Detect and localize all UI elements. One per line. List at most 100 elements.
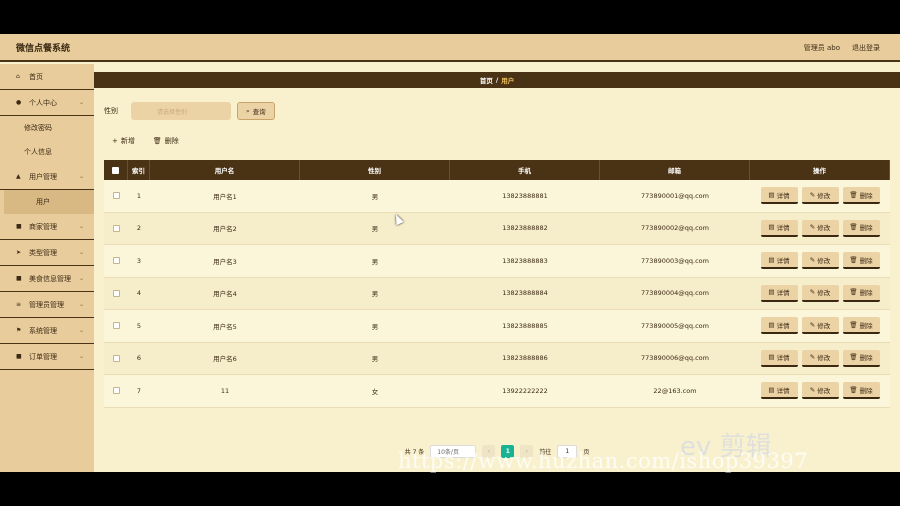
submenu-item-label: 修改密码 — [24, 124, 52, 132]
submenu-item-label: 个人信息 — [24, 148, 52, 156]
detail-button[interactable]: ▤ 详情 — [760, 349, 798, 367]
logout-link[interactable]: 退出登录 — [852, 43, 880, 53]
submenu-item[interactable]: 用户 — [4, 190, 94, 214]
row-select-cell[interactable] — [104, 278, 128, 310]
cell-phone: 13922222222 — [502, 386, 548, 395]
row-checkbox[interactable] — [112, 257, 120, 265]
add-button[interactable]: + 新增 — [112, 136, 135, 146]
submenu-item[interactable]: 个人信息 — [0, 140, 94, 164]
detail-button[interactable]: ▤ 详情 — [760, 284, 798, 302]
search-row: 性别 请选择性别 ⌕ 查询 — [104, 102, 275, 120]
edit-button[interactable]: ✎ 修改 — [801, 382, 839, 400]
edit-button[interactable]: ✎ 修改 — [801, 317, 839, 335]
submenu-item[interactable]: 修改密码 — [0, 116, 94, 140]
row-select-cell[interactable] — [104, 375, 128, 407]
edit-button[interactable]: ✎ 修改 — [801, 187, 839, 205]
sidebar-item[interactable]: ⌂ 首页 — [0, 64, 94, 90]
row-checkbox[interactable] — [112, 322, 120, 330]
sidebar-item[interactable]: ≡ 管理员管理 ⌄ — [0, 292, 94, 318]
cell-actions: ▤ 详情 ✎ 修改 🗑 删除 — [750, 310, 890, 342]
chevron-down-icon: ⌄ — [78, 223, 84, 230]
sidebar-item-label: 用户管理 — [29, 172, 57, 181]
edit-button[interactable]: ✎ 修改 — [801, 219, 839, 237]
edit-button-label: 修改 — [817, 354, 831, 363]
topbar-right: 管理员 abo 退出登录 — [804, 43, 880, 53]
row-select-cell[interactable] — [104, 180, 128, 212]
row-checkbox[interactable] — [112, 354, 120, 362]
gender-filter-label: 性别 — [104, 107, 118, 115]
batch-delete-button[interactable]: 🗑 删除 — [153, 136, 179, 146]
cell-email: 773890002@qq.com — [641, 224, 709, 233]
row-checkbox[interactable] — [112, 224, 120, 232]
batch-delete-label: 删除 — [164, 137, 179, 145]
detail-button[interactable]: ▤ 详情 — [760, 219, 798, 237]
delete-button[interactable]: 🗑 删除 — [842, 187, 880, 205]
sidebar-item-label: 系统管理 — [29, 326, 57, 335]
sidebar-item[interactable]: ■ 商家管理 ⌄ — [0, 214, 94, 240]
trash-icon: 🗑 — [849, 385, 858, 394]
cell-email: 773890005@qq.com — [641, 321, 709, 330]
delete-button-label: 删除 — [859, 191, 873, 200]
edit-button[interactable]: ✎ 修改 — [801, 284, 839, 302]
table-row: 2 用户名2 男 13823888882 773890002@qq.com ▤ 详情 ✎ 修改 🗑… — [104, 212, 890, 245]
search-icon: ⌕ — [246, 106, 250, 115]
detail-button[interactable]: ▤ 详情 — [760, 382, 798, 400]
delete-button[interactable]: 🗑 删除 — [842, 284, 880, 302]
row-select-cell[interactable] — [104, 245, 128, 277]
send-icon: ➤ — [16, 249, 22, 256]
trash-icon: 🗑 — [849, 288, 858, 297]
query-button-label: 查询 — [252, 108, 266, 116]
sidebar-item[interactable]: ● 个人中心 ⌄ — [0, 90, 94, 116]
delete-button[interactable]: 🗑 删除 — [842, 349, 880, 367]
sidebar-item-label: 个人中心 — [29, 98, 57, 107]
sidebar-item-label: 管理员管理 — [29, 300, 64, 309]
sidebar-item[interactable]: ➤ 类型管理 ⌄ — [0, 240, 94, 266]
edit-button[interactable]: ✎ 修改 — [801, 252, 839, 270]
detail-button[interactable]: ▤ 详情 — [760, 187, 798, 205]
row-select-cell[interactable] — [104, 213, 128, 245]
chevron-down-icon: ⌄ — [78, 173, 84, 180]
doc-icon: ▤ — [768, 255, 775, 264]
cell-phone: 13823888885 — [502, 321, 548, 330]
cell-username: 用户名1 — [213, 192, 237, 201]
actions-row: + 新增 🗑 删除 — [112, 136, 179, 146]
delete-button[interactable]: 🗑 删除 — [842, 219, 880, 237]
edit-button-label: 修改 — [817, 289, 831, 298]
delete-button[interactable]: 🗑 删除 — [842, 382, 880, 400]
edit-button[interactable]: ✎ 修改 — [801, 349, 839, 367]
cell-actions: ▤ 详情 ✎ 修改 🗑 删除 — [750, 343, 890, 375]
checkbox[interactable] — [112, 166, 119, 174]
sidebar-item[interactable]: ■ 美食信息管理 ⌄ — [0, 266, 94, 292]
submenu-item-label: 用户 — [36, 198, 50, 206]
cell-index: 2 — [136, 224, 142, 233]
chevron-down-icon: ⌄ — [78, 353, 84, 360]
delete-button-label: 删除 — [859, 224, 873, 233]
cell-index: 7 — [136, 386, 142, 395]
table-row: 3 用户名3 男 13823888883 773890003@qq.com ▤ 详情 ✎ 修改 🗑… — [104, 245, 890, 278]
sidebar-item[interactable]: ▲ 用户管理 ⌄ — [0, 164, 94, 190]
gender-filter-select[interactable]: 请选择性别 — [131, 102, 231, 120]
delete-button[interactable]: 🗑 删除 — [842, 252, 880, 270]
query-button[interactable]: ⌕ 查询 — [237, 102, 275, 120]
row-checkbox[interactable] — [112, 192, 120, 200]
sidebar-item[interactable]: ■ 订单管理 ⌄ — [0, 344, 94, 370]
url-watermark: https://www.huzhan.com/ishop39397 — [398, 449, 809, 473]
table-body: 1 用户名1 男 13823888881 773890001@qq.com ▤ 详情 ✎ 修改 🗑… — [104, 180, 890, 408]
trash-icon: 🗑 — [152, 137, 162, 145]
header-select-all[interactable] — [104, 160, 128, 180]
grid-icon: ■ — [16, 223, 22, 230]
row-checkbox[interactable] — [112, 289, 120, 297]
sidebar-item[interactable]: ⚑ 系统管理 ⌄ — [0, 318, 94, 344]
row-select-cell[interactable] — [104, 310, 128, 342]
detail-button[interactable]: ▤ 详情 — [760, 317, 798, 335]
delete-button[interactable]: 🗑 删除 — [842, 317, 880, 335]
breadcrumb-home[interactable]: 首页 — [480, 75, 493, 85]
cell-username: 11 — [220, 386, 230, 395]
cell-phone: 13823888886 — [502, 354, 548, 363]
row-checkbox[interactable] — [112, 387, 120, 395]
edit-button-label: 修改 — [817, 386, 831, 395]
breadcrumb: 首页 / 用户 — [94, 72, 900, 88]
grid-icon: ■ — [16, 275, 22, 282]
detail-button[interactable]: ▤ 详情 — [760, 252, 798, 270]
row-select-cell[interactable] — [104, 343, 128, 375]
